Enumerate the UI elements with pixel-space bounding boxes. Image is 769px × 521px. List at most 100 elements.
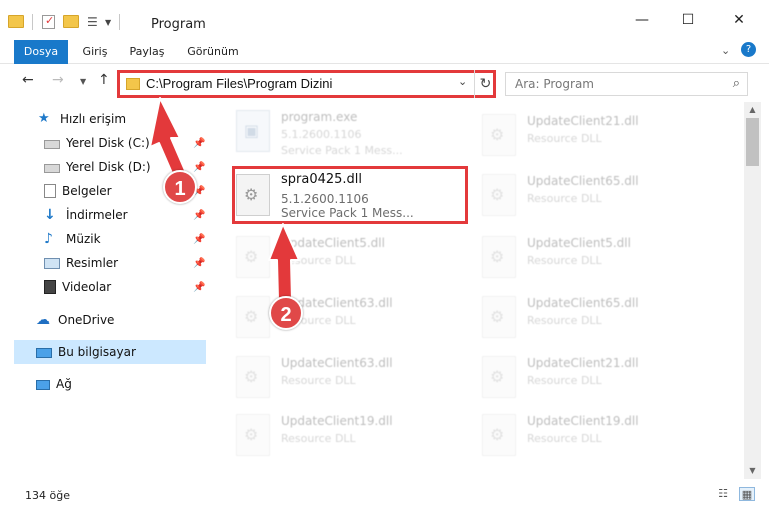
forward-arrow-icon[interactable]: → — [52, 72, 64, 88]
chevron-down-icon[interactable]: ▼ — [80, 77, 86, 86]
pin-icon[interactable]: 📌 — [193, 282, 205, 293]
sidebar-item-quick-access[interactable]: ★ Hızlı erişim — [0, 107, 206, 131]
file-name: UpdateClient65.dll — [527, 174, 639, 188]
pin-icon[interactable]: 📌 — [193, 210, 205, 221]
file-item[interactable]: program.exe 5.1.2600.1106 Service Pack 1… — [212, 104, 442, 162]
file-name: UpdateClient5.dll — [527, 236, 631, 250]
file-version: 5.1.2600.1106 — [281, 128, 362, 141]
vertical-scrollbar[interactable]: ▲ ▼ — [744, 102, 761, 479]
pin-icon[interactable]: 📌 — [193, 234, 205, 245]
dll-file-icon — [236, 356, 270, 398]
customize-toolbar-icon[interactable]: ☰ — [87, 15, 103, 29]
details-view-icon[interactable]: ☷ — [715, 487, 731, 501]
sidebar-item-network[interactable]: Ağ — [0, 372, 206, 396]
file-item[interactable]: UpdateClient63.dll Resource DLL — [212, 350, 442, 408]
drive-icon — [44, 139, 60, 149]
pin-icon[interactable]: 📌 — [193, 138, 205, 149]
chevron-down-icon[interactable]: ⌄ — [721, 44, 730, 57]
search-input[interactable]: Ara: Program ⌕ — [505, 72, 748, 96]
file-description: Resource DLL — [281, 374, 356, 387]
file-item[interactable]: UpdateClient21.dll Resource DLL — [458, 350, 688, 408]
close-button[interactable]: ✕ — [716, 0, 762, 40]
minimize-button[interactable]: — — [619, 0, 665, 40]
help-icon[interactable]: ? — [741, 42, 756, 57]
address-path[interactable]: C:\Program Files\Program Dizini — [146, 76, 332, 91]
scroll-up-icon[interactable]: ▲ — [744, 102, 761, 118]
maximize-button[interactable]: ☐ — [665, 0, 711, 40]
up-arrow-icon[interactable]: ↑ — [98, 72, 110, 88]
sidebar-item-local-disk-c[interactable]: Yerel Disk (C:) 📌 — [0, 131, 206, 155]
sidebar-item-label: İndirmeler — [66, 208, 128, 222]
selection-highlight-box — [232, 166, 468, 224]
star-icon: ★ — [38, 111, 50, 126]
window-title: Program — [151, 17, 206, 32]
file-name: UpdateClient19.dll — [527, 414, 639, 428]
file-name: UpdateClient21.dll — [527, 114, 639, 128]
video-icon — [44, 280, 56, 294]
file-item[interactable]: UpdateClient5.dll Resource DLL — [212, 230, 442, 288]
back-arrow-icon[interactable]: ← — [22, 72, 34, 88]
file-name: UpdateClient65.dll — [527, 296, 639, 310]
sidebar-item-videos[interactable]: Videolar 📌 — [0, 275, 206, 299]
sidebar-item-label: Müzik — [66, 232, 101, 246]
file-item[interactable]: UpdateClient19.dll Resource DLL — [212, 408, 442, 466]
annotation-badge-1: 1 — [163, 170, 197, 204]
file-description: Resource DLL — [527, 192, 602, 205]
dll-file-icon — [236, 236, 270, 278]
search-icon[interactable]: ⌕ — [733, 76, 740, 91]
toolbar-divider — [32, 14, 33, 30]
new-folder-icon[interactable] — [63, 15, 79, 29]
tab-share[interactable]: Paylaş — [124, 40, 170, 64]
sidebar-item-onedrive[interactable]: ☁ OneDrive — [0, 308, 206, 332]
file-name: UpdateClient21.dll — [527, 356, 639, 370]
chevron-down-icon[interactable]: ⌄ — [458, 75, 467, 88]
sidebar-item-label: Belgeler — [62, 184, 112, 198]
address-bar[interactable]: C:\Program Files\Program Dizini ⌄ ↻ — [117, 70, 496, 98]
tab-view[interactable]: Görünüm — [182, 40, 244, 64]
file-description: Service Pack 1 Mess... — [281, 144, 403, 157]
tab-home[interactable]: Giriş — [76, 40, 114, 64]
annotation-badge-2: 2 — [269, 296, 303, 330]
file-description: Resource DLL — [527, 432, 602, 445]
sidebar-item-label: Yerel Disk (D:) — [66, 160, 151, 174]
sidebar-item-label: Bu bilgisayar — [58, 345, 136, 359]
sidebar-item-this-pc[interactable]: Bu bilgisayar — [14, 340, 206, 364]
quick-access-toolbar: ✓ ☰ ▼ — [8, 14, 121, 30]
file-description: Resource DLL — [527, 374, 602, 387]
file-item[interactable]: UpdateClient5.dll Resource DLL — [458, 230, 688, 288]
dll-file-icon — [236, 296, 270, 338]
chevron-down-icon[interactable]: ▼ — [105, 18, 111, 27]
dll-file-icon — [482, 174, 516, 216]
tab-file[interactable]: Dosya — [14, 40, 68, 64]
download-icon: ↓ — [44, 207, 56, 223]
sidebar-item-pictures[interactable]: Resimler 📌 — [0, 251, 206, 275]
dll-file-icon — [482, 414, 516, 456]
pin-icon[interactable]: 📌 — [193, 162, 205, 173]
title-bar: ✓ ☰ ▼ Program — ☐ ✕ — [0, 0, 769, 40]
large-icons-view-icon[interactable]: ▦ — [739, 487, 755, 501]
document-icon — [44, 184, 56, 198]
file-item[interactable]: UpdateClient21.dll Resource DLL — [458, 108, 688, 166]
file-item[interactable]: UpdateClient63.dll Resource DLL — [212, 290, 442, 348]
scroll-down-icon[interactable]: ▼ — [744, 463, 761, 479]
refresh-icon[interactable]: ↻ — [474, 70, 496, 98]
sidebar-item-label: OneDrive — [58, 313, 115, 327]
properties-icon[interactable]: ✓ — [42, 14, 55, 29]
file-item[interactable]: UpdateClient65.dll Resource DLL — [458, 168, 688, 226]
toolbar-divider — [119, 14, 121, 30]
item-count: 134 öğe — [25, 489, 70, 502]
pin-icon[interactable]: 📌 — [193, 258, 205, 269]
sidebar-item-label: Yerel Disk (C:) — [66, 136, 150, 150]
dll-file-icon — [482, 296, 516, 338]
file-list: program.exe 5.1.2600.1106 Service Pack 1… — [212, 102, 744, 479]
pictures-icon — [44, 258, 60, 269]
file-item[interactable]: UpdateClient65.dll Resource DLL — [458, 290, 688, 348]
file-description: Resource DLL — [281, 254, 356, 267]
sidebar-item-downloads[interactable]: ↓ İndirmeler 📌 — [0, 203, 206, 227]
sidebar-item-music[interactable]: ♪ Müzik 📌 — [0, 227, 206, 251]
file-description: Resource DLL — [281, 432, 356, 445]
network-icon — [36, 380, 50, 390]
file-item[interactable]: UpdateClient19.dll Resource DLL — [458, 408, 688, 466]
status-bar: 134 öğe ☷ ▦ — [0, 479, 769, 521]
scrollbar-thumb[interactable] — [746, 118, 759, 166]
